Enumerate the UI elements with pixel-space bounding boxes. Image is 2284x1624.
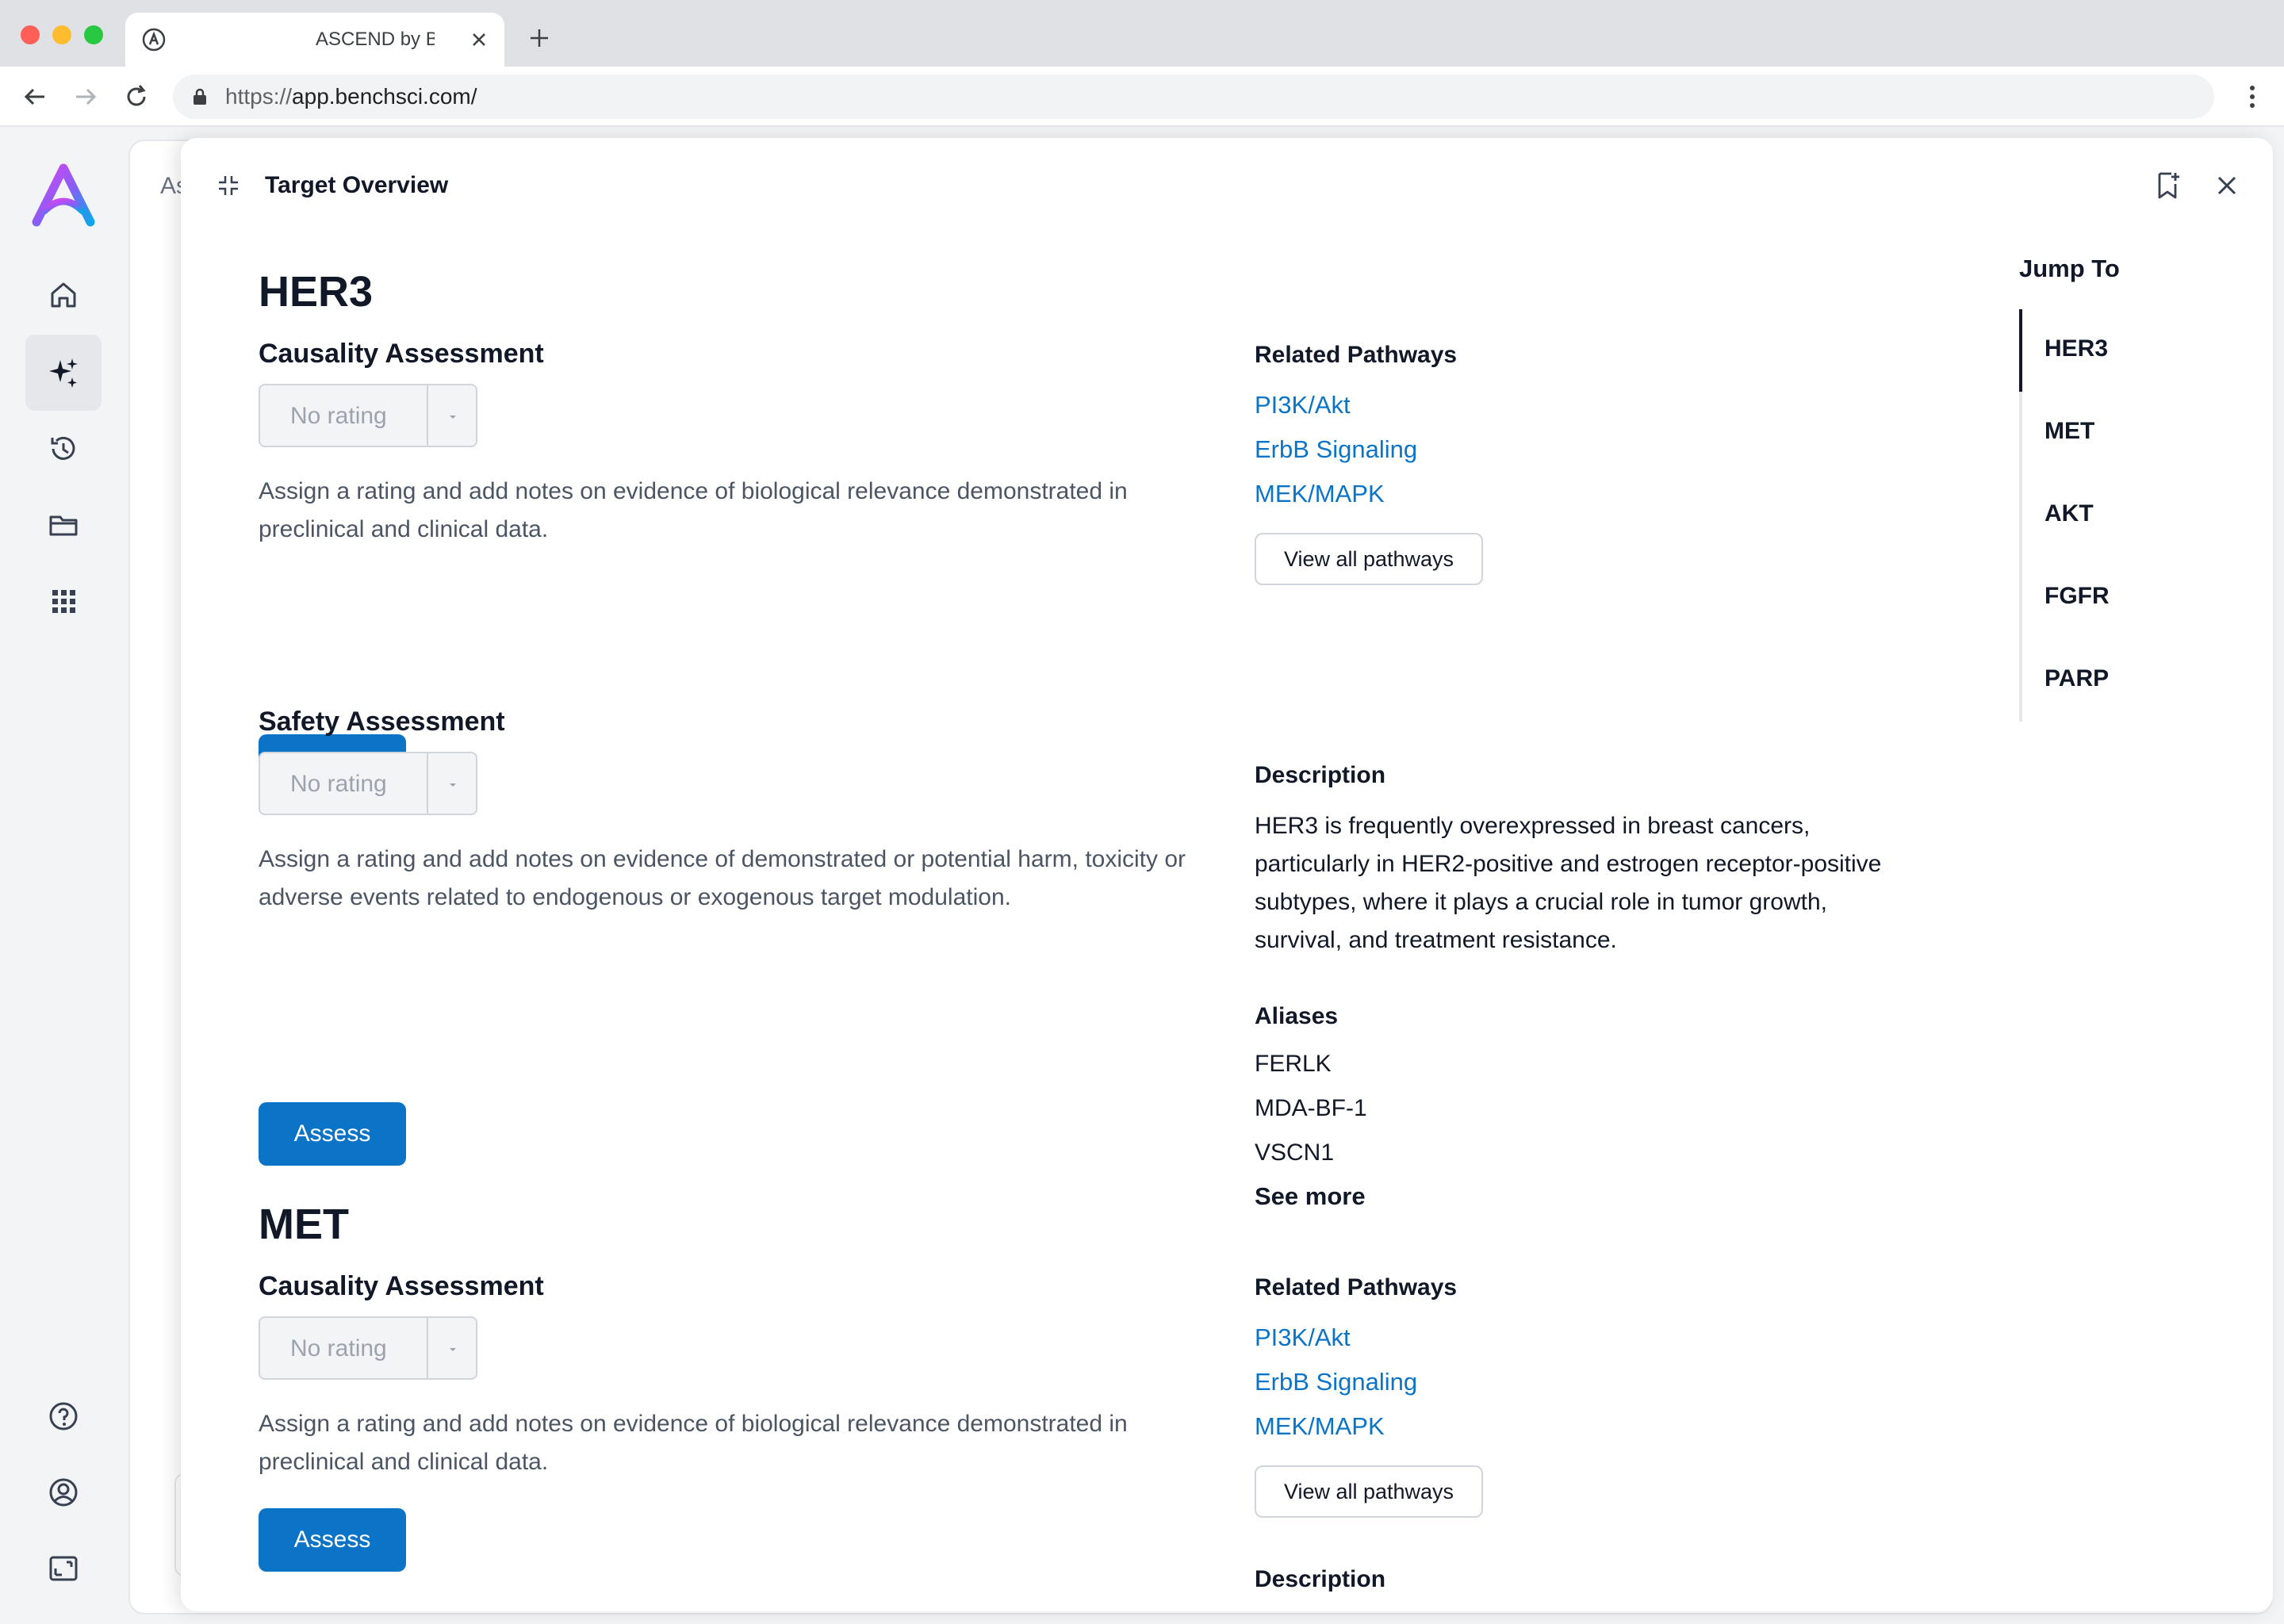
pathway-link[interactable]: MEK/MAPK xyxy=(1255,479,1385,509)
alias-item: MDA-BF-1 xyxy=(1255,1095,1367,1121)
sidebar-apps-button[interactable] xyxy=(25,563,102,639)
safety-assess-button[interactable]: Assess xyxy=(259,1102,406,1166)
causality-note: Assign a rating and add notes on evidenc… xyxy=(259,478,1128,542)
browser-toolbar: https://app.benchsci.com/ xyxy=(0,67,2284,127)
causality-rating-select[interactable]: No rating xyxy=(259,384,477,447)
account-icon xyxy=(49,1478,78,1507)
bookmark-add-icon[interactable] xyxy=(2152,170,2184,201)
select-divider xyxy=(427,753,428,814)
address-bar[interactable]: https://app.benchsci.com/ xyxy=(173,75,2214,119)
app-sidebar xyxy=(0,127,128,1624)
jump-to-fgfr[interactable]: FGFR xyxy=(2044,582,2110,611)
related-pathways-title: Related Pathways xyxy=(1255,1274,1458,1300)
tab-close-icon[interactable] xyxy=(466,27,492,52)
browser-menu-icon[interactable] xyxy=(2236,81,2268,113)
screen-icon xyxy=(49,1556,78,1581)
aliases-title: Aliases xyxy=(1255,1003,1339,1029)
ascend-logo-icon[interactable] xyxy=(30,163,97,227)
view-all-pathways-button[interactable]: View all pathways xyxy=(1255,1465,1483,1518)
sidebar-help-button[interactable] xyxy=(25,1378,102,1454)
safety-note: Assign a rating and add notes on evidenc… xyxy=(259,846,1186,910)
close-icon[interactable] xyxy=(2213,171,2241,200)
history-icon xyxy=(51,436,75,460)
back-icon[interactable] xyxy=(19,81,51,113)
sparkle-icon xyxy=(49,358,78,388)
view-all-pathways-button[interactable]: View all pathways xyxy=(1255,533,1483,585)
tab-title: ASCEND by BenchSci xyxy=(316,29,435,50)
pathway-link[interactable]: MEK/MAPK xyxy=(1255,1411,1385,1442)
jump-to-akt[interactable]: AKT xyxy=(2044,500,2094,528)
select-divider xyxy=(427,1318,428,1378)
grid-icon xyxy=(52,590,75,613)
description-title: Description xyxy=(1255,1566,1386,1592)
select-divider xyxy=(427,385,428,446)
sidebar-projects-button[interactable] xyxy=(25,487,102,563)
browser-tab[interactable]: ASCEND by BenchSci xyxy=(125,13,504,67)
url-text: https://app.benchsci.com/ xyxy=(225,84,477,109)
jump-to-title: Jump To xyxy=(2019,255,2120,282)
jump-to-active-indicator xyxy=(2019,309,2022,392)
help-icon xyxy=(49,1402,78,1431)
target-title: HER3 xyxy=(259,268,374,316)
safety-assessment-title: Safety Assessment xyxy=(259,707,505,737)
sidebar-assistant-button[interactable] xyxy=(25,335,102,411)
causality-assessment-title: Causality Assessment xyxy=(259,339,544,369)
chevron-down-icon xyxy=(450,1348,456,1351)
causality-rating-select[interactable]: No rating xyxy=(259,1316,477,1380)
sidebar-account-button[interactable] xyxy=(25,1454,102,1530)
chevron-down-icon xyxy=(450,416,456,419)
chevron-down-icon xyxy=(450,783,456,787)
pathway-link[interactable]: ErbB Signaling xyxy=(1255,435,1417,465)
causality-assess-button[interactable]: Assess xyxy=(259,1508,406,1572)
alias-item: FERLK xyxy=(1255,1051,1332,1077)
description-title: Description xyxy=(1255,762,1386,788)
description-text: HER3 is frequently overexpressed in brea… xyxy=(1255,813,1882,953)
safety-rating-select[interactable]: No rating xyxy=(259,752,477,815)
sidebar-home-button[interactable] xyxy=(25,257,102,333)
target-overview-drawer: Target Overview HER3 Causality Assessmen… xyxy=(181,138,2273,1611)
window-zoom-dot[interactable] xyxy=(84,25,103,44)
browser-tab-bar: ASCEND by BenchSci xyxy=(0,0,2284,67)
rating-placeholder: No rating xyxy=(290,1335,387,1362)
window-minimize-dot[interactable] xyxy=(52,25,71,44)
drawer-header: Target Overview xyxy=(181,138,2273,233)
alias-item: VSCN1 xyxy=(1255,1139,1335,1166)
rating-placeholder: No rating xyxy=(290,771,387,797)
collapse-icon[interactable] xyxy=(216,173,241,198)
sidebar-screen-button[interactable] xyxy=(25,1530,102,1607)
sidebar-history-button[interactable] xyxy=(25,411,102,487)
see-more-aliases-link[interactable]: See more xyxy=(1255,1182,1366,1212)
jump-to-parp[interactable]: PARP xyxy=(2044,665,2109,693)
pathway-link[interactable]: ErbB Signaling xyxy=(1255,1367,1417,1397)
site-favicon-icon xyxy=(142,28,166,52)
folder-icon xyxy=(49,515,78,536)
forward-icon[interactable] xyxy=(70,81,102,113)
target-title: MET xyxy=(259,1201,349,1248)
lock-icon xyxy=(194,88,206,105)
pathway-link[interactable]: PI3K/Akt xyxy=(1255,390,1351,420)
rating-placeholder: No rating xyxy=(290,403,387,429)
drawer-title: Target Overview xyxy=(265,172,449,198)
reload-icon[interactable] xyxy=(121,81,152,113)
causality-note: Assign a rating and add notes on evidenc… xyxy=(259,1411,1128,1475)
jump-to-her3[interactable]: HER3 xyxy=(2044,335,2108,363)
window-close-dot[interactable] xyxy=(21,25,40,44)
new-tab-icon[interactable] xyxy=(527,25,552,51)
pathway-link[interactable]: PI3K/Akt xyxy=(1255,1323,1351,1353)
home-icon xyxy=(51,282,76,308)
causality-assessment-title: Causality Assessment xyxy=(259,1271,544,1301)
jump-to-met[interactable]: MET xyxy=(2044,417,2094,446)
related-pathways-title: Related Pathways xyxy=(1255,342,1458,368)
